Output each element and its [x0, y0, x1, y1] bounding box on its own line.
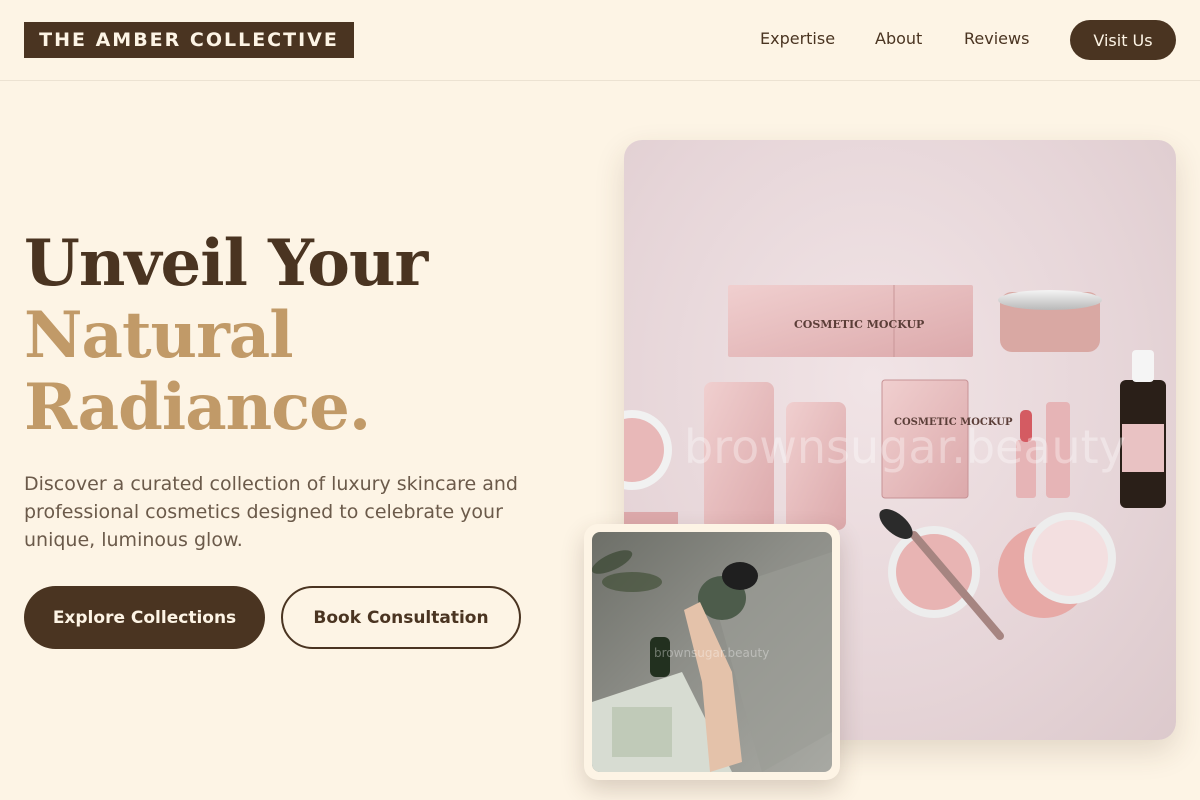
hero-title-line-3: Radiance.: [24, 370, 371, 445]
hero-title-line-2: Natural: [24, 298, 294, 373]
hero-title-line-1: Unveil Your: [24, 226, 428, 301]
product-box-label: COSMETIC MOCKUP: [794, 318, 924, 331]
image-watermark: brownsugar.beauty: [684, 420, 1126, 474]
inset-watermark: brownsugar.beauty: [654, 646, 770, 660]
nav-link-reviews[interactable]: Reviews: [964, 29, 1029, 48]
nav-link-about[interactable]: About: [875, 29, 922, 48]
book-consultation-button[interactable]: Book Consultation: [281, 586, 521, 649]
visit-us-button[interactable]: Visit Us: [1070, 20, 1176, 60]
inset-image-frame: brownsugar.beauty: [584, 524, 840, 780]
hero-description: Discover a curated collection of luxury …: [24, 473, 518, 551]
inset-skincare-photo: brownsugar.beauty: [592, 532, 832, 772]
hero-title: Unveil Your Natural Radiance.: [24, 228, 584, 444]
brand-logo[interactable]: THE AMBER COLLECTIVE: [24, 22, 354, 58]
nav-link-expertise[interactable]: Expertise: [760, 29, 835, 48]
site-header: THE AMBER COLLECTIVE Expertise About Rev…: [0, 0, 1200, 81]
explore-collections-button[interactable]: Explore Collections: [24, 586, 265, 649]
